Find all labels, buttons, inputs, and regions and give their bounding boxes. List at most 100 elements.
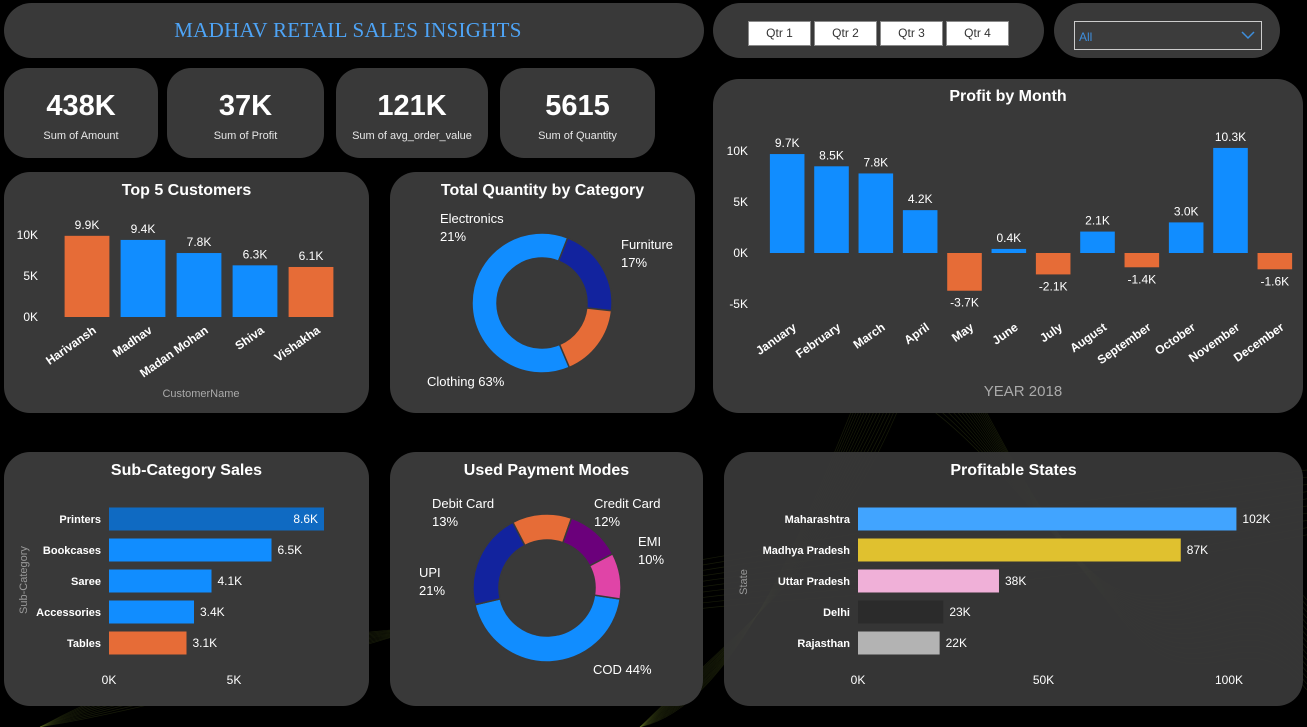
x-tick-label: 100K: [1215, 673, 1243, 687]
slice-label-line: COD 44%: [593, 662, 652, 677]
data-label: 9.4K: [131, 222, 156, 236]
y-tick-label: -5K: [729, 297, 748, 311]
y-tick-label: 0K: [733, 246, 748, 260]
bar-december: [1257, 253, 1293, 270]
slice-electronics: [557, 236, 613, 312]
y-tick-label: Bookcases: [43, 545, 101, 557]
data-label: 6.1K: [299, 249, 324, 263]
subcategory-chart: 0K 5K Printers 8.6K Bookcases 6.5K Saree 4.1K Ac…: [18, 507, 324, 687]
y-tick-label: 10K: [17, 228, 38, 242]
qtr-1-button[interactable]: Qtr 1: [748, 21, 811, 46]
bar-june: [991, 248, 1027, 253]
bar-september: [1124, 253, 1160, 268]
x-tick-label: February: [793, 320, 843, 361]
filter-value: All: [1079, 30, 1093, 44]
data-label: 22K: [946, 636, 967, 650]
filter-panel: All: [1054, 3, 1280, 58]
kpi-aov-value: 121K: [377, 90, 447, 122]
states-chart: 0K 50K 100K Maharashtra 102K Madhya Pradesh 87…: [738, 507, 1270, 687]
bar-vishakha: [288, 266, 334, 317]
data-label: 9.9K: [75, 218, 100, 232]
x-tick-label: June: [990, 320, 1021, 348]
y-tick-label: 10K: [727, 144, 748, 158]
slice-label: Credit Card 12%: [594, 496, 660, 529]
slice-label-line: Electronics: [440, 211, 504, 226]
slice-label-line: 21%: [440, 229, 466, 244]
slice-label-line: UPI: [419, 565, 441, 580]
kpi-amount-label: Sum of Amount: [43, 130, 119, 142]
bar-august: [1080, 231, 1115, 253]
kpi-amount-value: 438K: [46, 90, 116, 122]
bar-july: [1035, 253, 1071, 275]
kpi-aov-label: Sum of avg_order_value: [352, 130, 472, 142]
x-tick-label: May: [949, 320, 976, 345]
bar-delhi: [858, 600, 944, 624]
data-label: 23K: [949, 605, 970, 619]
slice-label-line: 21%: [419, 583, 445, 598]
x-tick-label: January: [753, 320, 799, 358]
qtr-4-button[interactable]: Qtr 4: [946, 21, 1009, 46]
x-axis-label: YEAR 2018: [984, 383, 1062, 400]
kpi-quantity-card: 5615 Sum of Quantity: [500, 68, 655, 158]
slice-label: Electronics 21%: [440, 211, 504, 244]
filter-dropdown[interactable]: All: [1074, 21, 1262, 50]
slice-cod: [474, 594, 622, 663]
y-tick-label: Madhya Pradesh: [763, 545, 851, 557]
bar-harivansh: [64, 235, 110, 317]
bar-november: [1213, 147, 1248, 253]
bar-may: [947, 253, 982, 291]
data-label: -2.1K: [1039, 279, 1068, 293]
bar-madhav: [120, 239, 166, 317]
y-tick-label: 5K: [23, 269, 38, 283]
qtr-3-button[interactable]: Qtr 3: [880, 21, 943, 46]
bar-madhya-pradesh: [858, 538, 1181, 562]
kpi-profit-value: 37K: [218, 90, 273, 122]
payment-donut-chart: COD 44% UPI 21% Debit Card 13% Credit Card 12%…: [419, 496, 664, 677]
slice-label: EMI 10%: [638, 534, 664, 567]
slice-label-line: Clothing 63%: [427, 374, 505, 389]
data-label: 9.7K: [775, 136, 800, 150]
data-label: 4.1K: [218, 574, 243, 588]
bar-october: [1168, 222, 1204, 253]
bar-madan-mohan: [176, 253, 222, 317]
profit-by-month-chart: -5K 0K 5K 10K 9.7K January 8.5K February 7.8K Mar…: [727, 130, 1293, 400]
bar-tables: [109, 631, 187, 655]
y-axis-label: State: [738, 569, 750, 595]
data-label: 8.5K: [819, 148, 844, 162]
slice-label-line: 12%: [594, 514, 620, 529]
data-label: 6.5K: [278, 543, 303, 557]
qtr-2-button[interactable]: Qtr 2: [814, 21, 877, 46]
y-tick-label: Rajasthan: [797, 638, 850, 650]
data-label: -3.7K: [950, 296, 979, 310]
payment-panel: Used Payment Modes COD 44% UPI 21% Debit Ca…: [390, 452, 703, 706]
data-label: 87K: [1187, 543, 1208, 557]
x-tick-label: Shiva: [232, 323, 267, 353]
subcategory-panel: Sub-Category Sales 0K 5K Printers 8.6K Bookc…: [4, 452, 369, 706]
slice-label-line: EMI: [638, 534, 661, 549]
states-panel: Profitable States 0K 50K 100K Maharashtra 10…: [724, 452, 1303, 706]
y-tick-label: Saree: [71, 576, 101, 588]
bar-rajasthan: [858, 631, 940, 655]
x-axis-label: CustomerName: [162, 388, 239, 400]
title-bar: MADHAV RETAIL SALES INSIGHTS: [4, 3, 704, 58]
kpi-aov-card: 121K Sum of avg_order_value: [336, 68, 488, 158]
data-label: 2.1K: [1085, 214, 1110, 228]
y-tick-label: Delhi: [823, 607, 850, 619]
bar-saree: [109, 569, 212, 593]
x-tick-label: Harivansh: [43, 323, 99, 368]
y-axis-label: Sub-Category: [18, 546, 30, 614]
slice-label-line: 13%: [432, 514, 458, 529]
slice-upi: [472, 521, 526, 606]
data-label: 3.4K: [200, 605, 225, 619]
bar-april: [902, 210, 938, 253]
bar-march: [858, 173, 894, 253]
slice-label: Debit Card 13%: [432, 496, 494, 529]
y-tick-label: Maharashtra: [785, 514, 851, 526]
data-label: 6.3K: [243, 247, 268, 261]
data-label: 4.2K: [908, 192, 933, 206]
data-label: 8.6K: [293, 512, 318, 526]
kpi-quantity-value: 5615: [545, 90, 610, 122]
x-tick-label: 0K: [102, 673, 117, 687]
slice-label: Furniture 17%: [621, 237, 673, 270]
top-customers-chart: 0K5K10K9.9KHarivansh9.4KMadhav7.8KMadan …: [17, 218, 334, 400]
